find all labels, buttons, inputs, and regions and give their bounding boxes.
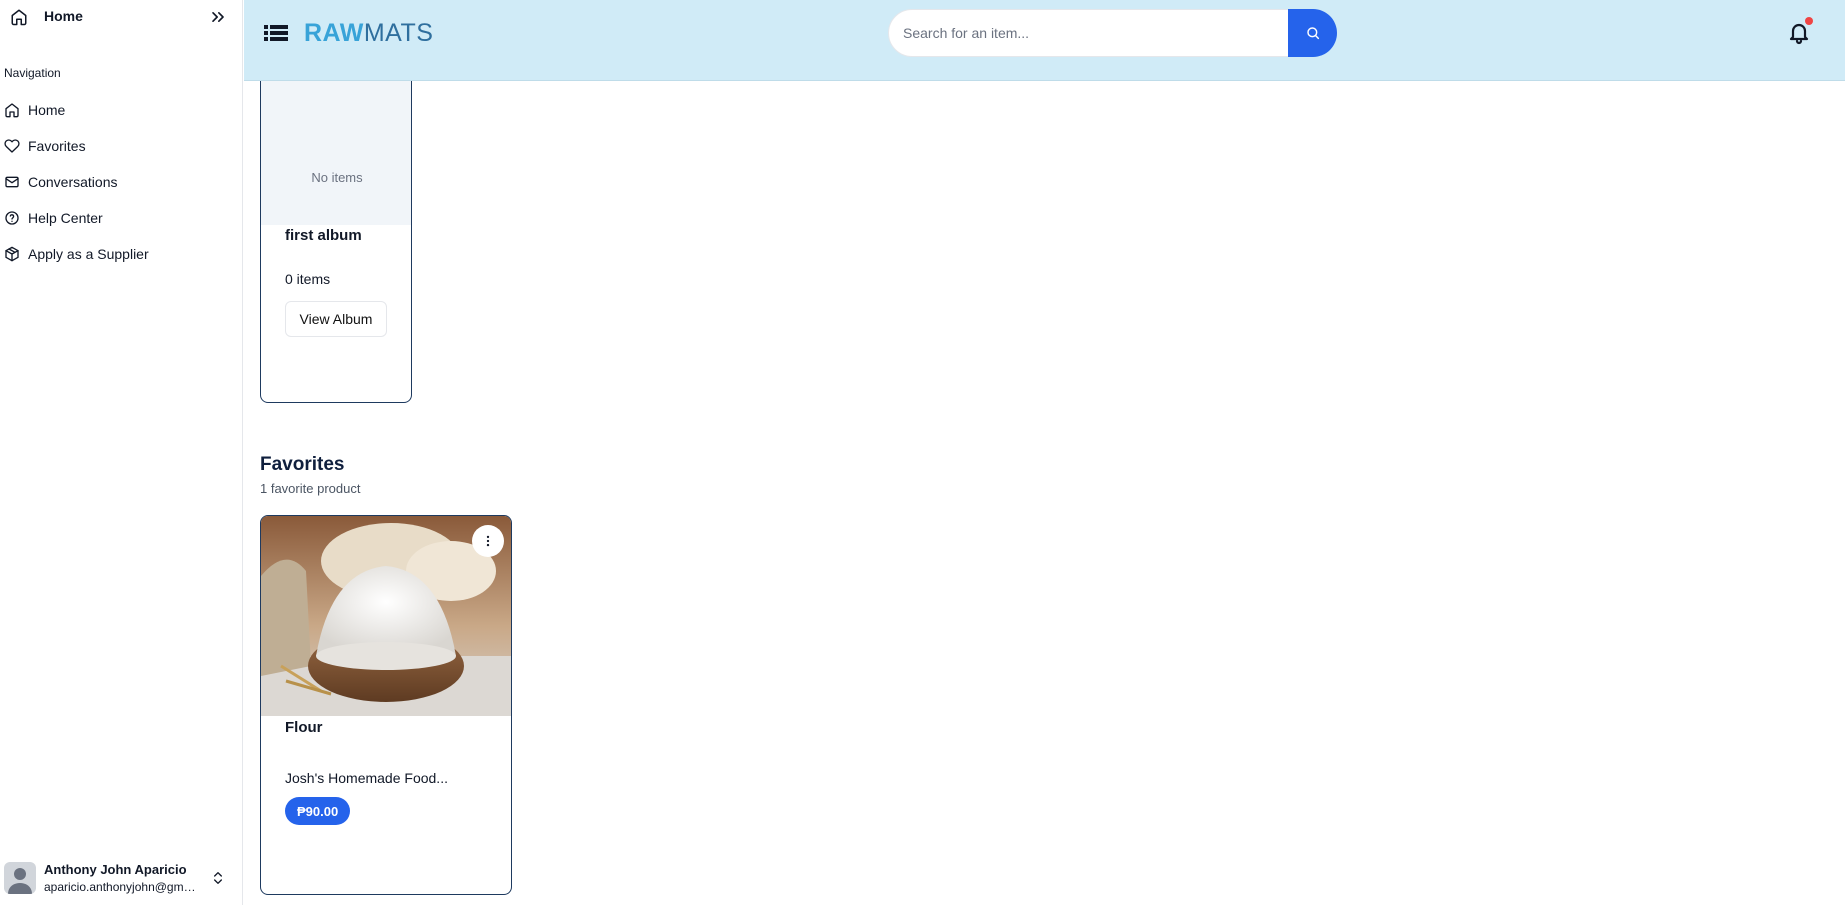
sidebar-item-conversations[interactable]: Conversations	[0, 164, 243, 200]
logo-bold: RAW	[304, 19, 364, 47]
product-seller: Josh's Homemade Food...	[285, 770, 448, 786]
home-icon	[5, 103, 19, 118]
help-circle-icon	[5, 211, 19, 225]
search-button[interactable]	[1288, 9, 1337, 57]
section-title: Favorites	[260, 454, 345, 475]
sidebar-item-apply-supplier[interactable]: Apply as a Supplier	[0, 236, 243, 272]
logo-light: MATS	[363, 19, 434, 47]
sidebar-item-help-center[interactable]: Help Center	[0, 200, 243, 236]
album-item-count: 0 items	[285, 271, 331, 287]
sidebar-title: Home	[44, 8, 83, 24]
mail-icon	[5, 176, 19, 188]
product-card[interactable]: Flour Josh's Homemade Food... ₱90.00	[260, 515, 512, 895]
sidebar-item-home[interactable]: Home	[0, 92, 243, 128]
search-input[interactable]	[888, 9, 1291, 57]
view-album-button[interactable]: View Album	[285, 301, 387, 337]
nav-list: Home Favorites Conversations Help Center…	[0, 92, 243, 272]
sidebar: Home Navigation Home Favorites Conversat…	[0, 0, 243, 905]
notifications-button[interactable]	[1787, 17, 1813, 46]
more-vertical-icon	[486, 535, 490, 547]
grid-menu-icon[interactable]	[264, 22, 288, 44]
package-icon	[5, 246, 19, 262]
home-icon	[11, 9, 27, 26]
heart-icon	[4, 139, 20, 153]
search-icon	[1306, 27, 1319, 40]
user-menu[interactable]: Anthony John Aparicio aparicio.anthonyjo…	[0, 858, 243, 902]
avatar	[4, 862, 36, 894]
album-title: first album	[285, 227, 362, 244]
sidebar-item-label: Favorites	[28, 138, 86, 154]
sidebar-header: Home	[0, 0, 243, 34]
sidebar-item-favorites[interactable]: Favorites	[0, 128, 243, 164]
sidebar-item-label: Apply as a Supplier	[28, 246, 149, 262]
more-options-button[interactable]	[472, 525, 504, 557]
sidebar-item-label: Home	[28, 102, 66, 118]
logo[interactable]: RAWMATS	[304, 19, 433, 48]
notification-badge	[1805, 17, 1813, 25]
user-name: Anthony John Aparicio	[44, 862, 187, 877]
section-subtitle: 1 favorite product	[260, 481, 361, 496]
nav-section-label: Navigation	[4, 66, 61, 80]
album-empty-label: No items	[311, 169, 363, 185]
sidebar-item-label: Conversations	[28, 174, 118, 190]
price-badge: ₱90.00	[285, 797, 351, 825]
chevrons-right-icon[interactable]	[208, 7, 228, 27]
chevrons-up-down-icon	[214, 872, 222, 884]
sidebar-item-label: Help Center	[28, 210, 103, 226]
user-email: aparicio.anthonyjohn@gmail.com	[44, 880, 200, 894]
album-card: No items first album 0 items View Album	[260, 40, 412, 403]
product-name: Flour	[285, 719, 323, 736]
top-header: RAWMATS	[244, 0, 1845, 81]
user-avatar-icon	[8, 868, 32, 894]
